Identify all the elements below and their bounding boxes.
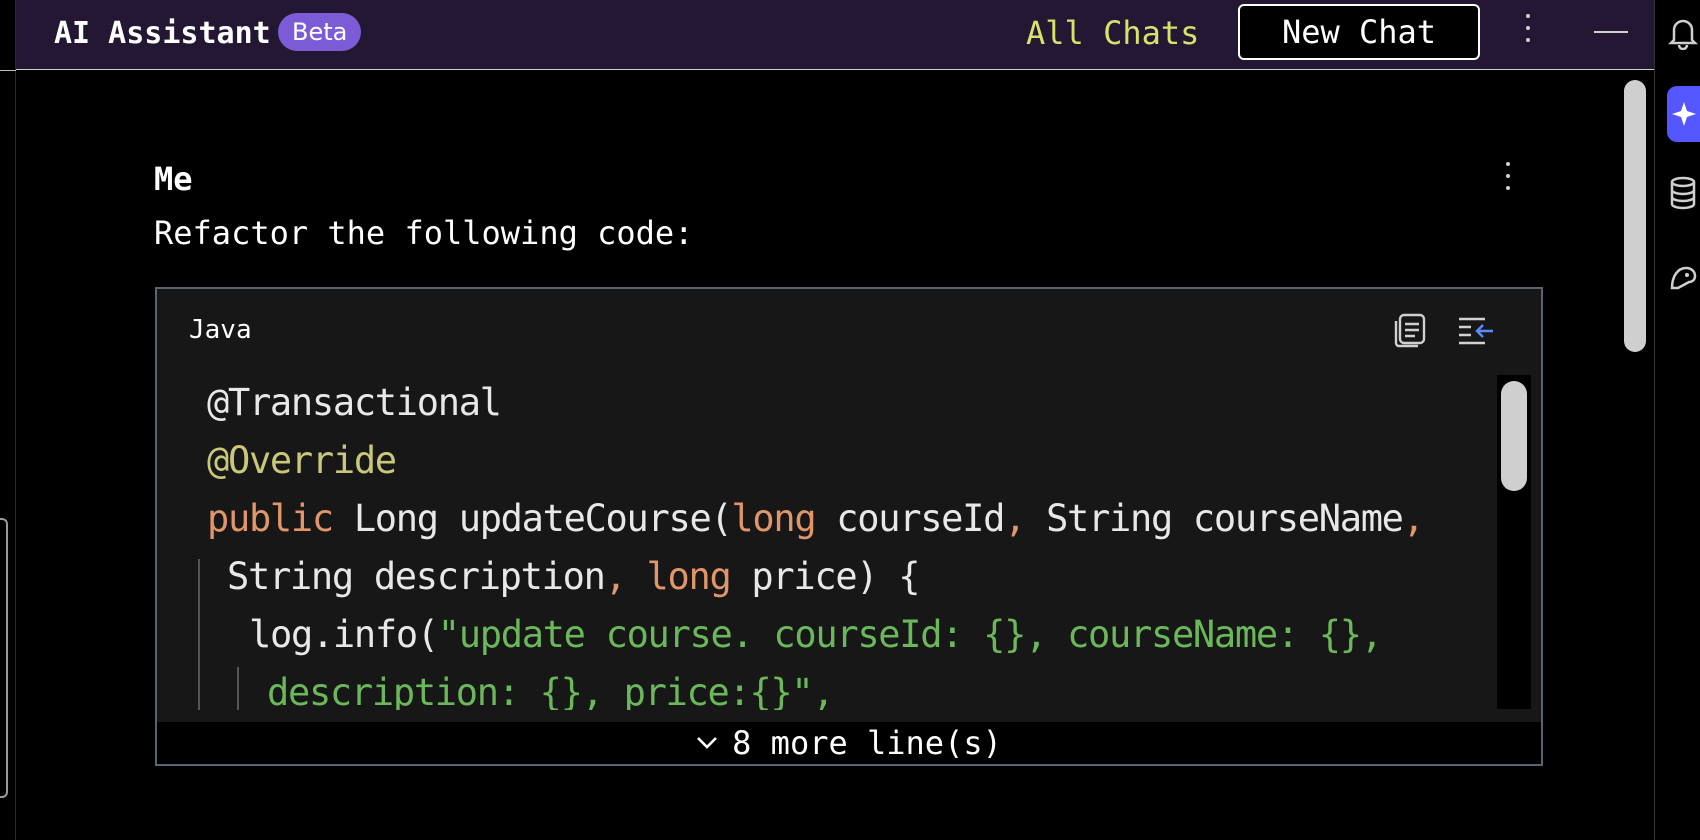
insert-at-caret-icon[interactable] [1457,313,1497,349]
code-token: long [646,555,732,598]
code-token: , [604,555,627,598]
more-lines-label: 8 more line(s) [732,724,1002,762]
minimize-icon[interactable] [1594,31,1628,33]
resize-handle[interactable] [0,518,8,798]
code-token: String courseName [1025,497,1404,540]
code-line: description: {}, price:{}", [267,671,835,710]
code-token: public [207,497,334,540]
ai-sparkle-icon[interactable] [1667,86,1700,142]
code-line: String description, long price) { [227,555,921,598]
code-token: price) { [730,555,920,598]
code-token: @Transactional [207,381,502,424]
code-token: , [1004,497,1026,540]
panel-divider [0,70,16,71]
right-tool-strip [1654,0,1700,840]
plugin-icon[interactable] [1665,254,1700,300]
code-token: description: {}, price:{}", [267,671,835,710]
code-token: courseId [815,497,1005,540]
indent-guide [237,667,239,710]
code-token: , [1402,497,1425,540]
code-content[interactable]: @Transactional @Override public Long updat… [157,373,1541,710]
code-token: long [731,497,816,540]
app-title: AI Assistant [54,16,271,51]
code-scrollbar[interactable] [1501,381,1527,491]
bell-icon[interactable] [1665,10,1700,56]
all-chats-link[interactable]: All Chats [1026,14,1199,52]
copy-icon[interactable] [1391,311,1429,349]
code-line: log.info("update course. courseId: {}, c… [249,613,1383,656]
code-language-label: Java [189,315,252,345]
code-token: "update course. courseId: {}, courseName… [437,613,1383,656]
message-options-icon[interactable] [1502,162,1514,198]
chat-scrollbar[interactable] [1624,80,1646,352]
more-options-icon[interactable] [1522,14,1534,50]
code-token: log.info( [249,613,439,656]
indent-guide [198,559,200,710]
expand-more-lines-button[interactable]: 8 more line(s) [157,722,1541,764]
code-line: @Transactional [207,381,502,424]
database-icon[interactable] [1665,170,1700,216]
assistant-header: AI Assistant Beta All Chats New Chat [16,0,1654,70]
message-author: Me [154,160,193,198]
new-chat-button[interactable]: New Chat [1238,4,1480,60]
code-line: @Override [207,439,397,482]
code-token: String description [227,555,606,598]
code-token: Long updateCourse( [332,497,733,540]
code-line: public Long updateCourse(long courseId, … [207,497,1425,540]
code-block: Java @Transactional @Override public Long … [155,287,1543,766]
beta-badge: Beta [278,13,362,51]
code-token: @Override [207,439,397,482]
chevron-down-icon [697,737,718,749]
message-text: Refactor the following code: [154,214,694,252]
ide-left-edge [0,0,16,840]
